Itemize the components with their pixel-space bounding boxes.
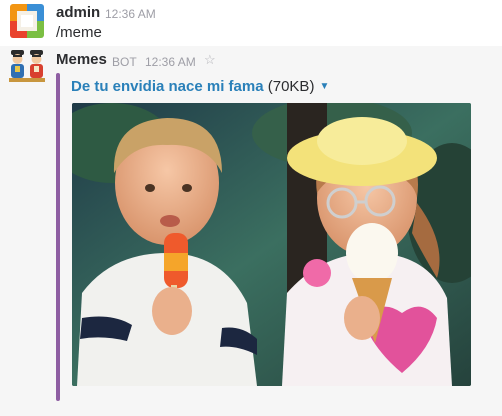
memes-bot-avatar-icon[interactable] bbox=[9, 48, 45, 84]
attachment-header: De tu envidia nace mi fama (70KB) ▼ bbox=[71, 78, 329, 95]
message-timestamp[interactable]: 12:36 AM bbox=[145, 55, 196, 69]
caret-down-icon[interactable]: ▼ bbox=[319, 81, 329, 92]
attachment-size: (70KB) bbox=[267, 78, 315, 95]
message-admin: admin 12:36 AM /meme bbox=[0, 0, 502, 46]
admin-avatar-icon[interactable] bbox=[10, 4, 44, 38]
message-text: /meme bbox=[56, 24, 102, 41]
message-author[interactable]: admin bbox=[56, 4, 100, 21]
attachment-title-link[interactable]: De tu envidia nace mi fama bbox=[71, 78, 264, 95]
bot-badge: BOT bbox=[112, 55, 137, 69]
attachment-accent-bar bbox=[56, 73, 60, 401]
kids-eating-ice-cream-photo[interactable] bbox=[72, 103, 471, 386]
star-icon[interactable]: ☆ bbox=[204, 52, 216, 68]
message-author[interactable]: Memes bbox=[56, 51, 107, 68]
message-timestamp[interactable]: 12:36 AM bbox=[105, 7, 156, 21]
